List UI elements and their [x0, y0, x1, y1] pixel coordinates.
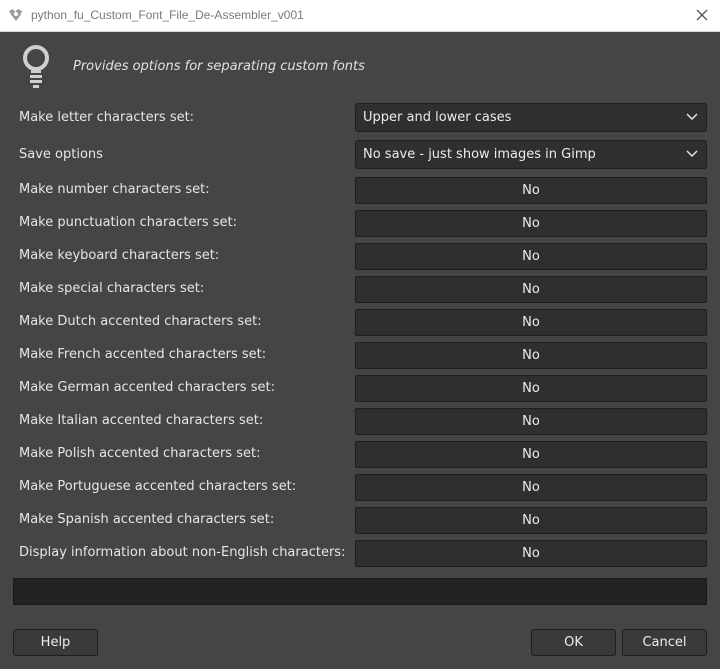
- letter-set-dropdown[interactable]: Upper and lower cases: [355, 103, 707, 132]
- keyboard-set-label: Make keyboard characters set:: [19, 248, 220, 263]
- chevron-down-icon: [686, 150, 698, 158]
- italian-set-label: Make Italian accented characters set:: [19, 413, 264, 428]
- spanish-set-toggle[interactable]: No: [355, 507, 707, 534]
- save-options-dropdown[interactable]: No save - just show images in Gimp: [355, 140, 707, 169]
- non-english-info-toggle[interactable]: No: [355, 540, 707, 567]
- save-options-value: No save - just show images in Gimp: [363, 147, 596, 162]
- portuguese-set-toggle[interactable]: No: [355, 474, 707, 501]
- lightbulb-icon: [23, 45, 49, 88]
- progress-bar: [13, 578, 707, 605]
- window-title: python_fu_Custom_Font_File_De-Assembler_…: [31, 8, 304, 22]
- special-set-label: Make special characters set:: [19, 281, 205, 296]
- keyboard-set-toggle[interactable]: No: [355, 243, 707, 270]
- chevron-down-icon: [686, 113, 698, 121]
- french-set-label: Make French accented characters set:: [19, 347, 267, 362]
- punctuation-set-label: Make punctuation characters set:: [19, 215, 237, 230]
- number-set-toggle[interactable]: No: [355, 177, 707, 204]
- letter-set-value: Upper and lower cases: [363, 110, 512, 125]
- italian-set-toggle[interactable]: No: [355, 408, 707, 435]
- ok-button[interactable]: OK: [531, 629, 616, 656]
- title-bar: python_fu_Custom_Font_File_De-Assembler_…: [0, 0, 720, 32]
- dutch-set-label: Make Dutch accented characters set:: [19, 314, 262, 329]
- polish-set-label: Make Polish accented characters set:: [19, 446, 261, 461]
- gimp-icon: [9, 9, 22, 21]
- dutch-set-toggle[interactable]: No: [355, 309, 707, 336]
- help-button[interactable]: Help: [13, 629, 98, 656]
- close-icon[interactable]: [694, 7, 710, 23]
- cancel-button[interactable]: Cancel: [622, 629, 707, 656]
- french-set-toggle[interactable]: No: [355, 342, 707, 369]
- punctuation-set-toggle[interactable]: No: [355, 210, 707, 237]
- german-set-toggle[interactable]: No: [355, 375, 707, 402]
- save-options-label: Save options: [19, 147, 103, 162]
- letter-set-label: Make letter characters set:: [19, 110, 195, 125]
- non-english-info-label: Display information about non-English ch…: [19, 545, 346, 560]
- number-set-label: Make number characters set:: [19, 182, 210, 197]
- spanish-set-label: Make Spanish accented characters set:: [19, 512, 275, 527]
- plugin-description: Provides options for separating custom f…: [73, 59, 365, 74]
- german-set-label: Make German accented characters set:: [19, 380, 275, 395]
- polish-set-toggle[interactable]: No: [355, 441, 707, 468]
- special-set-toggle[interactable]: No: [355, 276, 707, 303]
- portuguese-set-label: Make Portuguese accented characters set:: [19, 479, 297, 494]
